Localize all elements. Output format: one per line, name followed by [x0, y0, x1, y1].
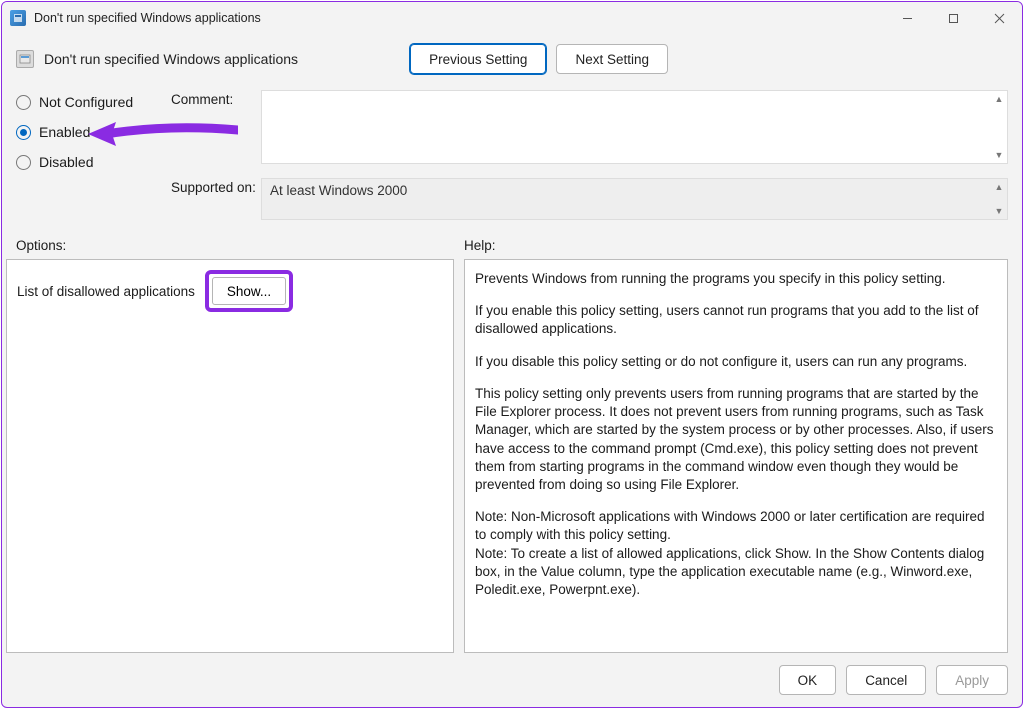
chevron-up-icon[interactable]: ▲ [992, 92, 1006, 106]
policy-dialog: Don't run specified Windows applications… [1, 1, 1023, 708]
options-header: Options: [16, 238, 464, 253]
titlebar: Don't run specified Windows applications [2, 2, 1022, 34]
radio-disabled[interactable]: Disabled [16, 154, 171, 170]
radio-label: Enabled [39, 124, 90, 140]
panes: List of disallowed applications Show... … [2, 259, 1022, 653]
supported-on-value: At least Windows 2000 [270, 183, 407, 198]
window-title: Don't run specified Windows applications [34, 11, 261, 25]
radio-label: Disabled [39, 154, 93, 170]
option-list-label: List of disallowed applications [17, 284, 195, 299]
help-header: Help: [464, 238, 1008, 253]
state-area: Not Configured Enabled Disabled Comment:… [2, 80, 1022, 220]
help-paragraph: This policy setting only prevents users … [475, 385, 997, 494]
chevron-down-icon[interactable]: ▼ [992, 204, 1006, 218]
help-paragraph: If you disable this policy setting or do… [475, 353, 997, 371]
chevron-down-icon[interactable]: ▼ [992, 148, 1006, 162]
pane-headers: Options: Help: [2, 220, 1022, 259]
radio-enabled[interactable]: Enabled [16, 124, 171, 140]
cancel-button[interactable]: Cancel [846, 665, 926, 695]
chevron-up-icon[interactable]: ▲ [992, 180, 1006, 194]
help-paragraph: If you enable this policy setting, users… [475, 302, 997, 338]
comment-label: Comment: [171, 90, 261, 107]
help-paragraph: Prevents Windows from running the progra… [475, 270, 997, 288]
close-button[interactable] [976, 2, 1022, 34]
minimize-button[interactable] [884, 2, 930, 34]
maximize-button[interactable] [930, 2, 976, 34]
supported-on-label: Supported on: [171, 178, 261, 195]
comment-textarea[interactable]: ▲ ▼ [261, 90, 1008, 164]
annotation-highlight: Show... [205, 270, 293, 312]
options-pane: List of disallowed applications Show... [6, 259, 454, 653]
help-paragraph: Note: Non-Microsoft applications with Wi… [475, 508, 997, 544]
policy-icon [10, 10, 26, 26]
header-row: Don't run specified Windows applications… [2, 34, 1022, 80]
radio-not-configured[interactable]: Not Configured [16, 94, 171, 110]
policy-title: Don't run specified Windows applications [44, 51, 298, 67]
next-setting-button[interactable]: Next Setting [556, 44, 668, 74]
dialog-footer: OK Cancel Apply [2, 653, 1022, 707]
ok-button[interactable]: OK [779, 665, 837, 695]
policy-header-icon [16, 50, 34, 68]
help-pane: Prevents Windows from running the progra… [464, 259, 1008, 653]
show-button[interactable]: Show... [212, 277, 286, 305]
window-controls [884, 2, 1022, 34]
supported-on-field: At least Windows 2000 ▲ ▼ [261, 178, 1008, 220]
apply-button[interactable]: Apply [936, 665, 1008, 695]
help-paragraph: Note: To create a list of allowed applic… [475, 545, 997, 600]
radio-label: Not Configured [39, 94, 133, 110]
previous-setting-button[interactable]: Previous Setting [410, 44, 546, 74]
